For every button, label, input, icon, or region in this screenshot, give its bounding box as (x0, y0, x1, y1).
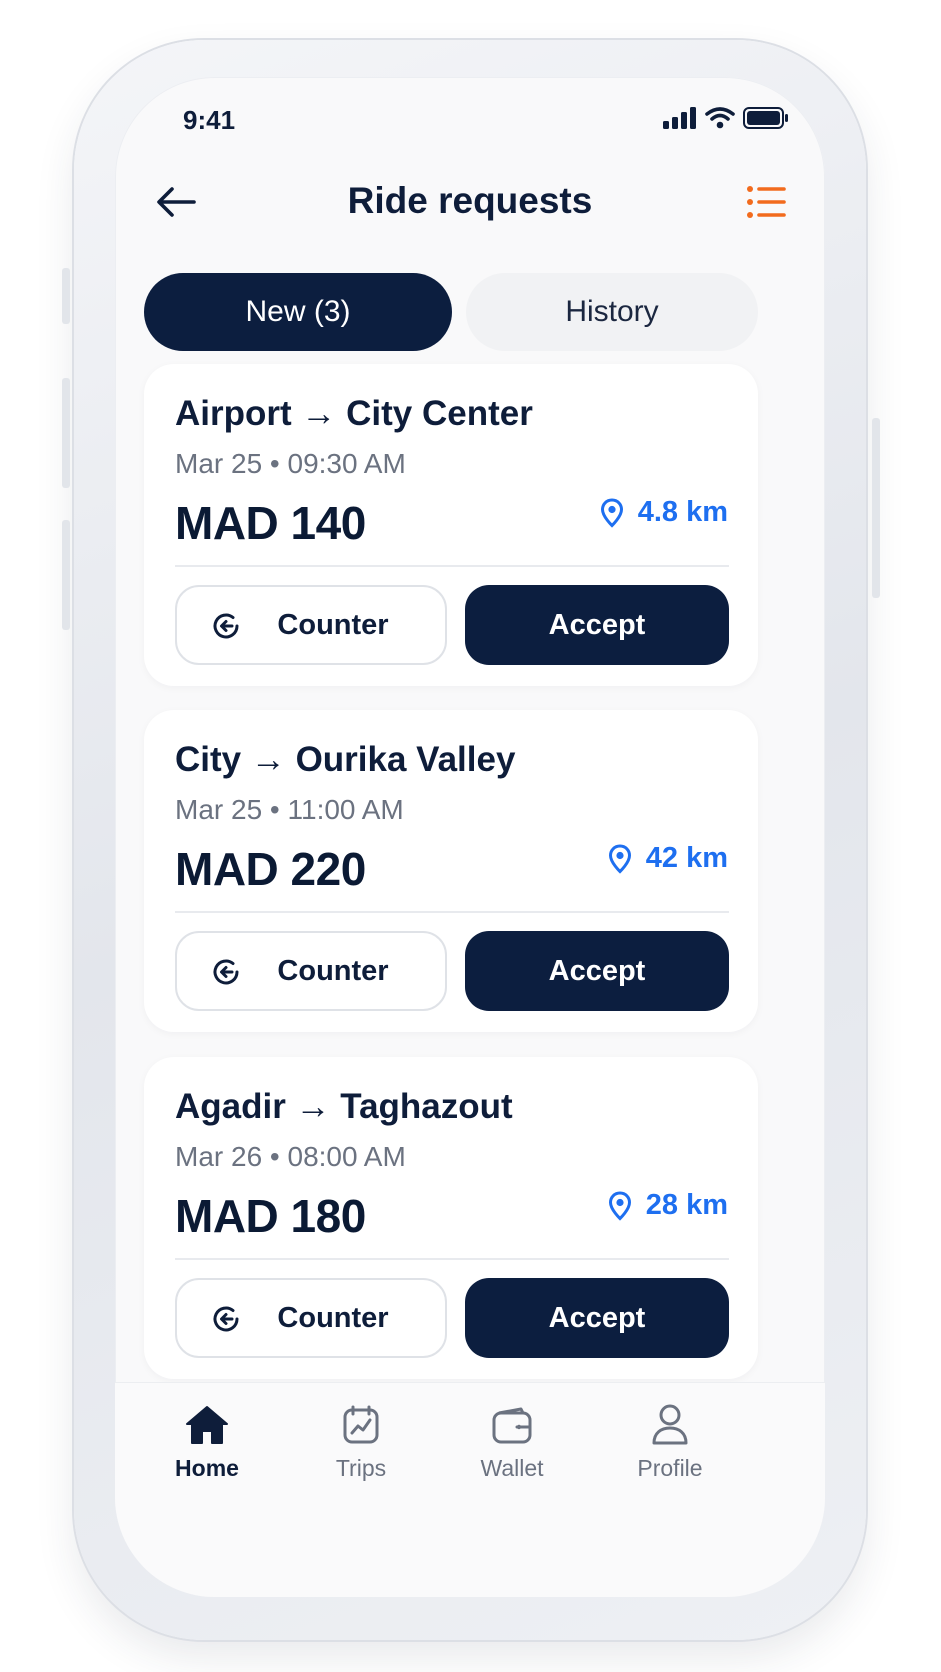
ride-request-card: Agadir → Taghazout Mar 26 • 08:00 AM MAD… (144, 1057, 758, 1379)
request-datetime: Mar 25 • 11:00 AM (175, 794, 404, 825)
profile-icon (652, 1404, 688, 1445)
wallet-icon (492, 1407, 532, 1444)
battery-icon (743, 107, 788, 129)
tab-history[interactable]: History (466, 273, 758, 351)
counter-button-label: Counter (277, 1301, 389, 1334)
counter-button[interactable]: Counter (175, 585, 447, 665)
page-title: Ride requests (347, 180, 593, 221)
volume-down-button (62, 520, 70, 630)
distance-value: 4.8 km (637, 496, 728, 528)
bottom-nav: Home Trips Wallet Profile (115, 1382, 825, 1597)
price-label: MAD 180 (175, 1190, 366, 1242)
counter-button[interactable]: Counter (175, 931, 447, 1011)
distance-value: 42 km (645, 842, 728, 874)
location-pin-icon (608, 1190, 631, 1221)
list-menu-button[interactable] (743, 181, 789, 223)
trips-icon (343, 1405, 379, 1444)
distance-value: 28 km (645, 1189, 728, 1221)
power-button (872, 418, 880, 598)
home-icon (186, 1406, 228, 1444)
distance-info: 42 km (608, 842, 728, 875)
tab-new[interactable]: New (3) (144, 273, 452, 351)
request-datetime: Mar 25 • 09:30 AM (175, 448, 406, 479)
wifi-icon (705, 107, 735, 129)
price-label: MAD 140 (175, 497, 366, 549)
status-icons (663, 107, 789, 129)
accept-button[interactable]: Accept (465, 1278, 729, 1358)
silent-switch (62, 268, 70, 324)
card-divider (175, 1258, 729, 1260)
volume-up-button (62, 378, 70, 488)
route-label: Airport → City Center (175, 394, 533, 433)
request-datetime: Mar 26 • 08:00 AM (175, 1141, 406, 1172)
nav-item-profile[interactable]: Profile (610, 1395, 730, 1482)
status-time: 9:41 (183, 105, 236, 135)
route-label: City → Ourika Valley (175, 740, 516, 779)
counter-button-label: Counter (277, 954, 389, 987)
route-label: Agadir → Taghazout (175, 1087, 513, 1126)
counter-button-label: Counter (277, 608, 389, 641)
accept-button[interactable]: Accept (465, 931, 729, 1011)
accept-button[interactable]: Accept (465, 585, 729, 665)
nav-item-wallet[interactable]: Wallet (452, 1395, 572, 1482)
location-pin-icon (600, 497, 623, 528)
card-divider (175, 565, 729, 567)
nav-item-home[interactable]: Home (147, 1395, 267, 1482)
distance-info: 28 km (608, 1189, 728, 1222)
location-pin-icon (608, 843, 631, 874)
list-icon (747, 186, 786, 218)
ride-request-card: City → Ourika Valley Mar 25 • 11:00 AM M… (144, 710, 758, 1032)
nav-label: Home (175, 1455, 239, 1481)
ride-request-card: Airport → City Center Mar 25 • 09:30 AM … (144, 364, 758, 686)
app-screen: 9:41 Ride requests New (3) History Airpo… (115, 77, 825, 1597)
price-label: MAD 220 (175, 843, 366, 895)
nav-item-trips[interactable]: Trips (301, 1395, 421, 1482)
card-divider (175, 911, 729, 913)
counter-button[interactable]: Counter (175, 1278, 447, 1358)
signal-icon (663, 107, 696, 129)
distance-info: 4.8 km (600, 496, 728, 529)
nav-label: Trips (335, 1455, 387, 1481)
nav-label: Profile (637, 1455, 703, 1481)
nav-label: Wallet (480, 1455, 544, 1481)
